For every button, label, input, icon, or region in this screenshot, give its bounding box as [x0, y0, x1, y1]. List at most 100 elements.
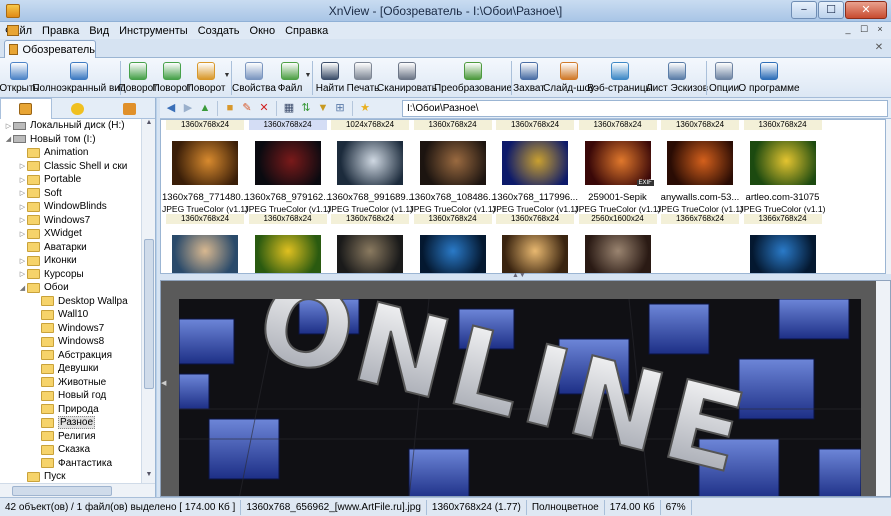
expand-toggle-icon[interactable]: ▷	[18, 216, 27, 224]
about-button[interactable]: О программе	[738, 58, 800, 98]
tree-item[interactable]: Animation	[0, 146, 141, 160]
tab-close-icon[interactable]: ✕	[873, 42, 885, 54]
tree-item[interactable]: ◢ Новый том (I:)	[0, 133, 141, 147]
menu-view[interactable]: Вид	[84, 25, 114, 37]
tree-item[interactable]: ▷ Иконки	[0, 254, 141, 268]
tree-item[interactable]: Сказка	[0, 443, 141, 457]
thumbnail-item[interactable]: 1360x768x24 259001-Sepik JPEG TrueColor (v…	[575, 120, 660, 226]
tree-item[interactable]: Аватарки	[0, 241, 141, 255]
favorite-star-icon[interactable]: ★	[358, 101, 372, 115]
tree-item[interactable]: ▷ Soft	[0, 187, 141, 201]
address-field[interactable]: I:\Обои\Разное\	[402, 100, 888, 117]
tree-item[interactable]: ▷ Курсоры	[0, 268, 141, 282]
thumbnail-item[interactable]	[579, 235, 657, 273]
thumbnail-item[interactable]	[496, 235, 574, 273]
expand-toggle-icon[interactable]: ▷	[18, 270, 27, 278]
rotate-custom-button[interactable]: Поворот	[187, 58, 226, 98]
properties-button[interactable]: Свойства	[232, 58, 276, 98]
doc-restore-button[interactable]: ☐	[857, 23, 871, 36]
thumbnail-item[interactable]: 1360x768x24 1360x768_771480... JPEG TrueCo…	[162, 120, 248, 226]
thumb-size-icon[interactable]: ⊞	[333, 101, 347, 115]
expand-toggle-icon[interactable]: ▷	[18, 203, 27, 211]
scroll-thumb[interactable]	[12, 486, 112, 496]
maximize-button[interactable]: ☐	[818, 1, 844, 19]
rotate-right-button[interactable]: Поворот	[153, 58, 192, 98]
tree-item[interactable]: Разное	[0, 416, 141, 430]
doc-close-button[interactable]: ×	[873, 23, 887, 36]
up-folder-icon[interactable]: ▲	[198, 101, 212, 115]
document-icon[interactable]	[7, 25, 19, 36]
tree-item[interactable]: Desktop Wallpa	[0, 295, 141, 309]
fullscreen-button[interactable]: Полноэкранный вид	[32, 58, 126, 98]
menu-window[interactable]: Окно	[245, 25, 281, 37]
sort-icon[interactable]: ⇅	[299, 101, 313, 115]
expand-toggle-icon[interactable]: ▷	[18, 257, 27, 265]
menu-edit[interactable]: Правка	[37, 25, 84, 37]
forward-arrow-icon[interactable]: ▶	[181, 101, 195, 115]
tree-item[interactable]: Абстракция	[0, 349, 141, 363]
slideshow-button[interactable]: Слайд-шоу	[543, 58, 595, 98]
tree-vertical-scrollbar[interactable]: ▲ ▼	[141, 119, 155, 483]
tab-folders[interactable]	[0, 98, 52, 119]
tree-item[interactable]: Природа	[0, 403, 141, 417]
expand-toggle-icon[interactable]: ▷	[18, 162, 27, 170]
back-arrow-icon[interactable]: ◀	[164, 101, 178, 115]
scroll-down-icon[interactable]: ▼	[142, 471, 156, 483]
contact-sheet-button[interactable]: Лист Эскизов	[646, 58, 708, 98]
thumbnail-scrollbar[interactable]	[886, 119, 891, 274]
options-button[interactable]: Опции	[707, 58, 741, 98]
thumbnail-item[interactable]: 1360x768x24 1360x768_108486... JPEG TrueCo…	[410, 120, 496, 226]
tab-categories[interactable]	[103, 98, 155, 119]
expand-toggle-icon[interactable]: ▷	[18, 189, 27, 197]
web-button[interactable]: Вэб-страницы	[587, 58, 653, 98]
filter-icon[interactable]: ▼	[316, 101, 330, 115]
tree-item[interactable]: Windows8	[0, 335, 141, 349]
scroll-thumb[interactable]	[144, 239, 154, 389]
menu-tools[interactable]: Инструменты	[114, 25, 193, 37]
dropdown-arrow-icon[interactable]: ▼	[304, 58, 312, 79]
tree-item[interactable]: ◢ Обои	[0, 281, 141, 295]
tree-item[interactable]: Животные	[0, 376, 141, 390]
thumbnail-item[interactable]	[331, 235, 409, 273]
view-mode-icon[interactable]: ▦	[282, 101, 296, 115]
tree-item[interactable]: Девушки	[0, 362, 141, 376]
print-button[interactable]: Печать	[347, 58, 379, 98]
capture-button[interactable]: Захват	[512, 58, 546, 98]
expand-toggle-icon[interactable]: ▷	[4, 122, 13, 130]
thumbnail-item[interactable]	[166, 235, 244, 273]
tree-item[interactable]: ▷ XWidget	[0, 227, 141, 241]
tab-favorites[interactable]	[52, 98, 104, 119]
minimize-button[interactable]: −	[791, 1, 817, 19]
menu-help[interactable]: Справка	[280, 25, 333, 37]
tree-item[interactable]: Windows7	[0, 322, 141, 336]
scroll-up-icon[interactable]: ▲	[142, 119, 156, 131]
convert-button[interactable]: Преобразование	[434, 58, 512, 98]
rename-icon[interactable]: ✎	[240, 101, 254, 115]
rotate-left-button[interactable]: Поворот	[119, 58, 158, 98]
tree-item[interactable]: Фантастика	[0, 457, 141, 471]
close-button[interactable]: ✕	[845, 1, 887, 19]
thumbnail-item[interactable]	[414, 235, 492, 273]
tree-item[interactable]: Wall10	[0, 308, 141, 322]
preview-scrollbar[interactable]	[876, 281, 890, 496]
thumbnail-item[interactable]	[744, 235, 822, 273]
expand-toggle-icon[interactable]: ▷	[18, 176, 27, 184]
thumbnail-item[interactable]: 1024x768x24 1360x768_991689... JPEG TrueCo…	[327, 120, 413, 226]
new-folder-icon[interactable]: ■	[223, 101, 237, 115]
tree-item[interactable]: Религия	[0, 430, 141, 444]
doc-minimize-button[interactable]: _	[841, 23, 855, 36]
tree-item[interactable]: ▷ Локальный диск (H:)	[0, 119, 141, 133]
menu-create[interactable]: Создать	[193, 25, 245, 37]
tree-item[interactable]: ▷ Windows7	[0, 214, 141, 228]
tree-horizontal-scrollbar[interactable]	[0, 483, 155, 497]
thumbnail-item[interactable]: 1360x768x24 artleo.com-31075 JPEG TrueColo…	[740, 120, 825, 226]
file-button[interactable]: Файл	[276, 58, 304, 98]
expand-toggle-icon[interactable]: ◢	[4, 135, 13, 143]
thumbnail-item[interactable]: 1360x768x24 anywalls.com-53... JPEG TrueCo…	[657, 120, 743, 226]
thumbnail-item[interactable]: 1360x768x24 1360x768_117996... JPEG TrueCo…	[492, 120, 578, 226]
expand-toggle-icon[interactable]: ◢	[18, 284, 27, 292]
tree-item[interactable]: Пуск	[0, 470, 141, 483]
tree-item[interactable]: ▷ Classic Shell и ски	[0, 160, 141, 174]
scanner-button[interactable]: Сканировать	[377, 58, 437, 98]
expand-toggle-icon[interactable]: ▷	[18, 230, 27, 238]
